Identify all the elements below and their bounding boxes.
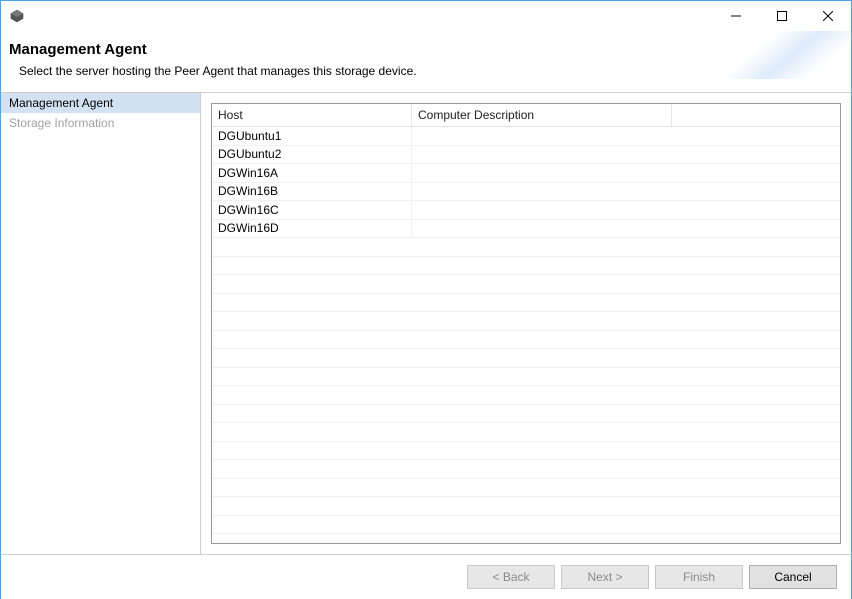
cell-host: DGUbuntu2 <box>212 145 412 163</box>
table-row-empty <box>212 238 840 257</box>
cell-host: DGWin16C <box>212 201 412 219</box>
table-row[interactable]: DGWin16B <box>212 183 840 202</box>
table-row-empty <box>212 275 840 294</box>
table-row[interactable]: DGWin16C <box>212 201 840 220</box>
table-row-empty <box>212 368 840 387</box>
page-title: Management Agent <box>9 41 837 58</box>
hosts-table: Host Computer Description DGUbuntu1DGUbu… <box>211 103 841 544</box>
table-row-empty <box>212 405 840 424</box>
table-row-empty <box>212 257 840 276</box>
main-panel: Host Computer Description DGUbuntu1DGUbu… <box>201 93 851 554</box>
table-row-empty <box>212 460 840 479</box>
table-row[interactable]: DGUbuntu1 <box>212 127 840 146</box>
nav-item-management-agent[interactable]: Management Agent <box>1 93 200 113</box>
column-header-host[interactable]: Host <box>212 104 412 126</box>
app-icon <box>9 8 25 24</box>
table-row-empty <box>212 479 840 498</box>
table-row-empty <box>212 312 840 331</box>
page-subtitle: Select the server hosting the Peer Agent… <box>9 64 837 78</box>
wizard-nav: Management Agent Storage Information <box>1 93 201 554</box>
table-row-empty <box>212 423 840 442</box>
minimize-button[interactable] <box>713 1 759 31</box>
table-row-empty <box>212 331 840 350</box>
table-row-empty <box>212 442 840 461</box>
cancel-button[interactable]: Cancel <box>749 565 837 589</box>
table-header: Host Computer Description <box>212 104 840 127</box>
cell-host: DGWin16A <box>212 164 412 182</box>
wizard-footer: < Back Next > Finish Cancel <box>1 554 851 599</box>
cell-host: DGWin16D <box>212 219 412 237</box>
table-row-empty <box>212 349 840 368</box>
column-header-description[interactable]: Computer Description <box>412 104 672 126</box>
table-row[interactable]: DGUbuntu2 <box>212 146 840 165</box>
maximize-button[interactable] <box>759 1 805 31</box>
close-button[interactable] <box>805 1 851 31</box>
back-button: < Back <box>467 565 555 589</box>
table-row-empty <box>212 386 840 405</box>
cell-host: DGUbuntu1 <box>212 127 412 145</box>
column-header-extra[interactable] <box>672 104 840 126</box>
titlebar-left <box>9 8 25 24</box>
content-area: Management Agent Storage Information Hos… <box>1 92 851 554</box>
titlebar <box>1 1 851 31</box>
table-row-empty <box>212 516 840 535</box>
table-row[interactable]: DGWin16A <box>212 164 840 183</box>
table-row-empty <box>212 294 840 313</box>
table-row-empty <box>212 534 840 543</box>
table-row-empty <box>212 497 840 516</box>
cell-host: DGWin16B <box>212 182 412 200</box>
table-row[interactable]: DGWin16D <box>212 220 840 239</box>
window-controls <box>713 1 851 31</box>
next-button: Next > <box>561 565 649 589</box>
finish-button: Finish <box>655 565 743 589</box>
table-body: DGUbuntu1DGUbuntu2DGWin16ADGWin16BDGWin1… <box>212 127 840 543</box>
wizard-header: Management Agent Select the server hosti… <box>1 31 851 92</box>
nav-item-storage-information: Storage Information <box>1 113 200 133</box>
